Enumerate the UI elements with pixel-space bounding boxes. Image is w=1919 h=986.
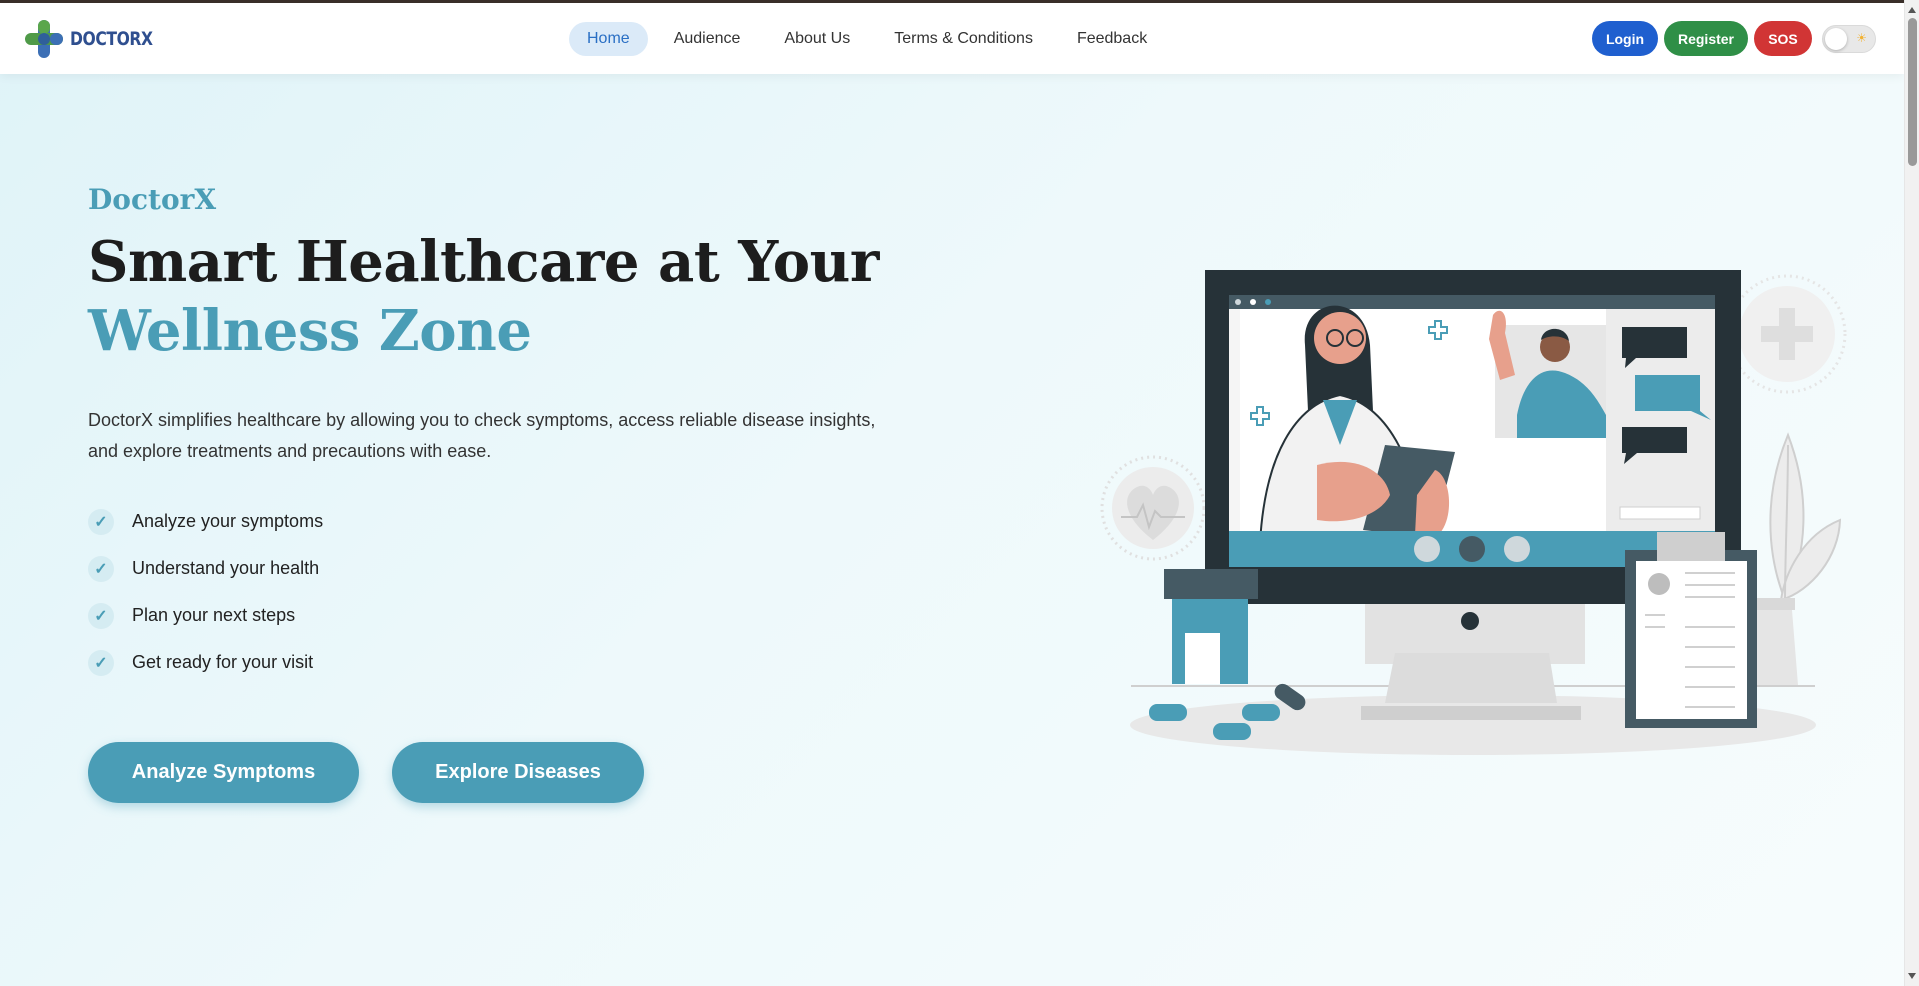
- hero-description: DoctorX simplifies healthcare by allowin…: [88, 410, 876, 461]
- pill-capsule-icon: [1242, 704, 1280, 721]
- pill-capsule-icon: [1149, 704, 1187, 721]
- video-camera-icon: [1414, 536, 1440, 562]
- pill-capsule-icon: [1213, 723, 1251, 740]
- check-icon: ✓: [88, 649, 114, 676]
- cross-logo-icon: [25, 20, 63, 58]
- browser-dot: [1235, 299, 1241, 305]
- feature-list: ✓ Analyze your symptoms ✓ Understand you…: [88, 498, 323, 686]
- nav-links: Home Audience About Us Terms & Condition…: [569, 22, 1173, 56]
- plant-pot: [1751, 610, 1798, 685]
- feature-text: Plan your next steps: [132, 605, 296, 625]
- sun-icon: ☀: [1856, 30, 1867, 45]
- monitor-button: [1461, 612, 1479, 630]
- browser-dot: [1250, 299, 1256, 305]
- stool-panel: [1185, 633, 1220, 684]
- register-button[interactable]: Register: [1664, 21, 1748, 56]
- nav-link-audience[interactable]: Audience: [656, 22, 759, 56]
- chat-input: [1619, 506, 1701, 520]
- stool-top: [1164, 569, 1258, 599]
- feature-item: ✓ Get ready for your visit: [88, 639, 323, 686]
- patient-avatar-icon: [1648, 573, 1670, 595]
- browser-bar: [1229, 295, 1715, 309]
- nav-link-about-us[interactable]: About Us: [766, 22, 868, 56]
- doctor-face: [1314, 312, 1366, 364]
- brand[interactable]: DOCTORX: [22, 17, 171, 61]
- check-icon: ✓: [88, 602, 114, 629]
- clipboard-clip: [1657, 532, 1725, 562]
- feature-text: Analyze your symptoms: [132, 511, 324, 531]
- monitor-base: [1361, 706, 1581, 720]
- feature-text: Understand your health: [132, 558, 320, 578]
- hero-brand: DoctorX: [88, 183, 217, 216]
- nav-link-home[interactable]: Home: [569, 22, 648, 56]
- scroll-down-arrow-icon[interactable]: [1908, 973, 1916, 979]
- scrollbar-thumb[interactable]: [1908, 18, 1917, 166]
- feature-item: ✓ Plan your next steps: [88, 592, 323, 639]
- explore-diseases-button[interactable]: Explore Diseases: [392, 742, 644, 803]
- check-icon: ✓: [88, 555, 114, 582]
- browser-dot: [1265, 299, 1271, 305]
- microphone-icon: [1504, 536, 1530, 562]
- nav-link-feedback[interactable]: Feedback: [1059, 22, 1165, 56]
- analyze-symptoms-button[interactable]: Analyze Symptoms: [88, 742, 359, 803]
- feature-item: ✓ Analyze your symptoms: [88, 498, 323, 545]
- plant-pot-rim: [1753, 598, 1795, 610]
- monitor-neck: [1385, 653, 1557, 703]
- hero-title: Smart Healthcare at Your Wellness Zone: [88, 228, 879, 366]
- hang-up-phone-icon: [1459, 536, 1485, 562]
- login-button[interactable]: Login: [1592, 21, 1658, 56]
- feature-text: Get ready for your visit: [132, 652, 314, 672]
- page-scrollbar[interactable]: [1904, 0, 1919, 986]
- theme-toggle[interactable]: ☀: [1822, 24, 1876, 53]
- check-icon: ✓: [88, 508, 114, 535]
- toggle-knob: [1825, 27, 1847, 50]
- sos-button[interactable]: SOS: [1754, 21, 1812, 56]
- plus-badge-h: [1761, 326, 1813, 342]
- feature-item: ✓ Understand your health: [88, 545, 323, 592]
- navbar: DOCTORX Home Audience About Us Terms & C…: [0, 3, 1904, 74]
- nav-actions: Login Register SOS ☀: [1592, 21, 1876, 56]
- scroll-up-arrow-icon[interactable]: [1908, 7, 1916, 13]
- brand-name: DOCTORX: [70, 28, 153, 50]
- telemedicine-illustration: [1100, 270, 1847, 755]
- nav-link-terms[interactable]: Terms & Conditions: [876, 22, 1051, 56]
- hero-title-line1: Smart Healthcare at Your: [88, 229, 879, 295]
- hero-title-line2: Wellness Zone: [88, 298, 532, 364]
